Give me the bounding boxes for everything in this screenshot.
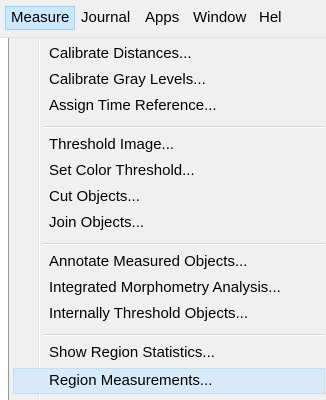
menu-separator xyxy=(43,334,325,336)
menu-item-label: Region Measurements... xyxy=(49,372,213,389)
menubar-item-help[interactable]: Hel xyxy=(254,6,287,30)
menu-item-calibrate-gray-levels[interactable]: Calibrate Gray Levels... xyxy=(13,67,325,93)
menu-item-set-color-threshold[interactable]: Set Color Threshold... xyxy=(13,158,325,184)
menu-separator xyxy=(43,243,325,245)
menu-item-label: Integrated Morphometry Analysis... xyxy=(49,279,281,296)
menu-item-annotate-measured-objects[interactable]: Annotate Measured Objects... xyxy=(13,249,325,275)
menu-separator xyxy=(43,126,325,128)
menu-item-threshold-image[interactable]: Threshold Image... xyxy=(13,132,325,158)
menu-item-label: Show Region Statistics... xyxy=(49,344,215,361)
menu-item-calibrate-distances[interactable]: Calibrate Distances... xyxy=(13,41,325,67)
menu-item-join-objects[interactable]: Join Objects... xyxy=(13,210,325,236)
menu-item-label: Cut Objects... xyxy=(49,188,140,205)
menu-item-integrated-morphometry-analysis[interactable]: Integrated Morphometry Analysis... xyxy=(13,275,325,301)
menu-bar: Measure Journal Apps Window Hel xyxy=(0,0,326,38)
menu-item-show-region-statistics[interactable]: Show Region Statistics... xyxy=(13,340,325,366)
menu-item-label: Set Color Threshold... xyxy=(49,162,195,179)
menu-item-label: Internally Threshold Objects... xyxy=(49,305,248,322)
menu-item-label: Calibrate Distances... xyxy=(49,45,192,62)
menu-item-label: Threshold Image... xyxy=(49,136,175,153)
menu-item-label: Assign Time Reference... xyxy=(49,97,217,114)
menu-item-internally-threshold-objects[interactable]: Internally Threshold Objects... xyxy=(13,301,325,327)
menu-item-label: Join Objects... xyxy=(49,214,145,231)
menu-item-label: Annotate Measured Objects... xyxy=(49,253,248,270)
menubar-item-journal[interactable]: Journal xyxy=(76,6,135,30)
menubar-item-measure[interactable]: Measure xyxy=(5,6,76,30)
menu-item-cut-objects[interactable]: Cut Objects... xyxy=(13,184,325,210)
menu-item-label: Calibrate Gray Levels... xyxy=(49,71,206,88)
menubar-item-apps[interactable]: Apps xyxy=(140,6,184,30)
menu-item-region-measurements[interactable]: Region Measurements... xyxy=(13,368,325,394)
measure-dropdown-menu: Calibrate Distances... Calibrate Gray Le… xyxy=(8,38,326,400)
menu-item-assign-time-reference[interactable]: Assign Time Reference... xyxy=(13,93,325,119)
menubar-item-window[interactable]: Window xyxy=(188,6,251,30)
